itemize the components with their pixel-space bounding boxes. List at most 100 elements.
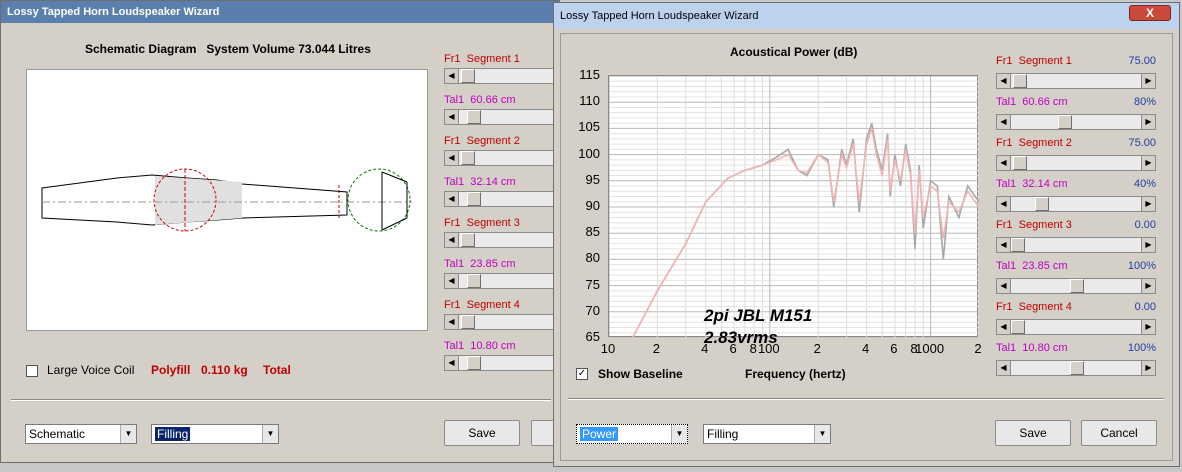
front-slider-label: Fr1 Segment 2	[996, 137, 1072, 149]
front-slider-label: Fr1 Segment 4	[996, 301, 1072, 313]
front-slider[interactable]: ◀ ▶	[996, 196, 1156, 212]
show-baseline-label: Show Baseline	[598, 367, 683, 381]
slider-thumb[interactable]	[461, 315, 475, 329]
front-slider[interactable]: ◀ ▶	[996, 73, 1156, 89]
arrow-left-icon[interactable]: ◀	[997, 156, 1011, 170]
back-slider[interactable]: ◀	[444, 191, 561, 207]
back-slider[interactable]: ◀	[444, 150, 561, 166]
y-tick-label: 100	[578, 145, 600, 161]
arrow-left-icon[interactable]: ◀	[445, 192, 459, 206]
arrow-right-icon[interactable]: ▶	[1141, 279, 1155, 293]
arrow-right-icon[interactable]: ▶	[1141, 320, 1155, 334]
close-button[interactable]: X	[1129, 5, 1171, 21]
back-separator	[11, 399, 551, 401]
slider-thumb[interactable]	[1070, 279, 1084, 293]
power-chart	[608, 75, 980, 339]
arrow-left-icon[interactable]: ◀	[445, 315, 459, 329]
arrow-left-icon[interactable]: ◀	[997, 238, 1011, 252]
back-slider[interactable]: ◀	[444, 314, 561, 330]
front-slider[interactable]: ◀ ▶	[996, 278, 1156, 294]
chevron-down-icon: ▼	[671, 425, 687, 443]
front-view-select[interactable]: Power ▼	[576, 424, 688, 444]
arrow-left-icon[interactable]: ◀	[997, 197, 1011, 211]
front-slider[interactable]: ◀ ▶	[996, 114, 1156, 130]
back-window-titlebar[interactable]: Lossy Tapped Horn Loudspeaker Wizard	[1, 1, 559, 23]
arrow-left-icon[interactable]: ◀	[445, 233, 459, 247]
slider-thumb[interactable]	[1013, 156, 1028, 170]
slider-thumb[interactable]	[1058, 115, 1073, 129]
schematic-heading: Schematic Diagram System Volume 73.044 L…	[85, 42, 371, 56]
back-slider[interactable]: ◀	[444, 109, 561, 125]
arrow-right-icon[interactable]: ▶	[1141, 361, 1155, 375]
front-cancel-button[interactable]: Cancel	[1081, 420, 1157, 446]
slider-thumb[interactable]	[461, 233, 475, 247]
y-tick-label: 90	[585, 198, 600, 213]
front-filling-select[interactable]: Filling ▼	[703, 424, 831, 444]
back-save-button[interactable]: Save	[444, 420, 520, 446]
back-slider-label: Fr1 Segment 4	[444, 299, 520, 311]
arrow-left-icon[interactable]: ◀	[445, 151, 459, 165]
slider-thumb[interactable]	[1011, 320, 1025, 334]
arrow-right-icon[interactable]: ▶	[1141, 115, 1155, 129]
back-slider[interactable]: ◀	[444, 355, 561, 371]
arrow-left-icon[interactable]: ◀	[997, 279, 1011, 293]
arrow-left-icon[interactable]: ◀	[445, 110, 459, 124]
back-slider-label: Tal1 10.80 cm	[444, 340, 516, 352]
arrow-right-icon[interactable]: ▶	[1141, 74, 1155, 88]
schematic-panel	[26, 69, 428, 331]
front-window-title: Lossy Tapped Horn Loudspeaker Wizard	[560, 10, 759, 22]
chart-plot	[608, 75, 980, 339]
slider-thumb[interactable]	[467, 274, 481, 288]
chevron-down-icon: ▼	[262, 425, 278, 443]
y-tick-label: 80	[585, 250, 600, 266]
back-window: Lossy Tapped Horn Loudspeaker Wizard Sch…	[0, 0, 561, 463]
chevron-down-icon: ▼	[120, 425, 136, 443]
slider-thumb[interactable]	[461, 69, 475, 83]
arrow-left-icon[interactable]: ◀	[997, 74, 1011, 88]
arrow-right-icon[interactable]: ▶	[1141, 156, 1155, 170]
back-window-title: Lossy Tapped Horn Loudspeaker Wizard	[7, 6, 220, 18]
arrow-right-icon[interactable]: ▶	[1141, 197, 1155, 211]
x-tick-label: 2	[652, 341, 660, 356]
polyfill-label: Polyfill	[151, 363, 191, 377]
back-slider-label: Fr1 Segment 3	[444, 217, 520, 229]
slider-thumb[interactable]	[1034, 197, 1049, 211]
check-icon: ✓	[577, 368, 587, 379]
front-slider[interactable]: ◀ ▶	[996, 360, 1156, 376]
front-save-button[interactable]: Save	[995, 420, 1071, 446]
back-slider-label: Tal1 32.14 cm	[444, 176, 516, 188]
front-slider-value: 75.00	[1128, 137, 1156, 149]
arrow-left-icon[interactable]: ◀	[445, 356, 459, 370]
slider-thumb[interactable]	[1011, 238, 1025, 252]
slider-thumb[interactable]	[467, 110, 481, 124]
slider-thumb[interactable]	[1013, 74, 1028, 88]
arrow-left-icon[interactable]: ◀	[445, 274, 459, 288]
front-slider[interactable]: ◀ ▶	[996, 155, 1156, 171]
slider-thumb[interactable]	[461, 151, 475, 165]
back-slider[interactable]: ◀	[444, 273, 561, 289]
front-slider[interactable]: ◀ ▶	[996, 319, 1156, 335]
front-slider[interactable]: ◀ ▶	[996, 237, 1156, 253]
x-tick-label: 2	[813, 341, 821, 356]
back-slider[interactable]: ◀	[444, 232, 561, 248]
arrow-left-icon[interactable]: ◀	[997, 320, 1011, 334]
front-slider-value: 100%	[1127, 260, 1156, 272]
large-voice-coil-label: Large Voice Coil	[47, 363, 135, 377]
slider-thumb[interactable]	[467, 356, 481, 370]
arrow-left-icon[interactable]: ◀	[997, 115, 1011, 129]
back-view-select[interactable]: Schematic ▼	[25, 424, 137, 444]
back-filling-select[interactable]: Filling ▼	[151, 424, 279, 444]
slider-thumb[interactable]	[467, 192, 481, 206]
x-tick-label: 10	[600, 341, 616, 356]
show-baseline-checkbox[interactable]: ✓	[576, 368, 588, 380]
slider-thumb[interactable]	[1070, 361, 1084, 375]
front-slider-value: 75.00	[1128, 55, 1156, 67]
large-voice-coil-checkbox[interactable]	[26, 365, 38, 377]
arrow-right-icon[interactable]: ▶	[1141, 238, 1155, 252]
y-tick-label: 75	[585, 276, 600, 292]
back-slider[interactable]: ◀	[444, 68, 561, 84]
arrow-left-icon[interactable]: ◀	[445, 69, 459, 83]
front-window-titlebar[interactable]: Lossy Tapped Horn Loudspeaker Wizard X	[554, 3, 1179, 29]
front-slider-label: Tal1 32.14 cm	[996, 178, 1068, 190]
arrow-left-icon[interactable]: ◀	[997, 361, 1011, 375]
